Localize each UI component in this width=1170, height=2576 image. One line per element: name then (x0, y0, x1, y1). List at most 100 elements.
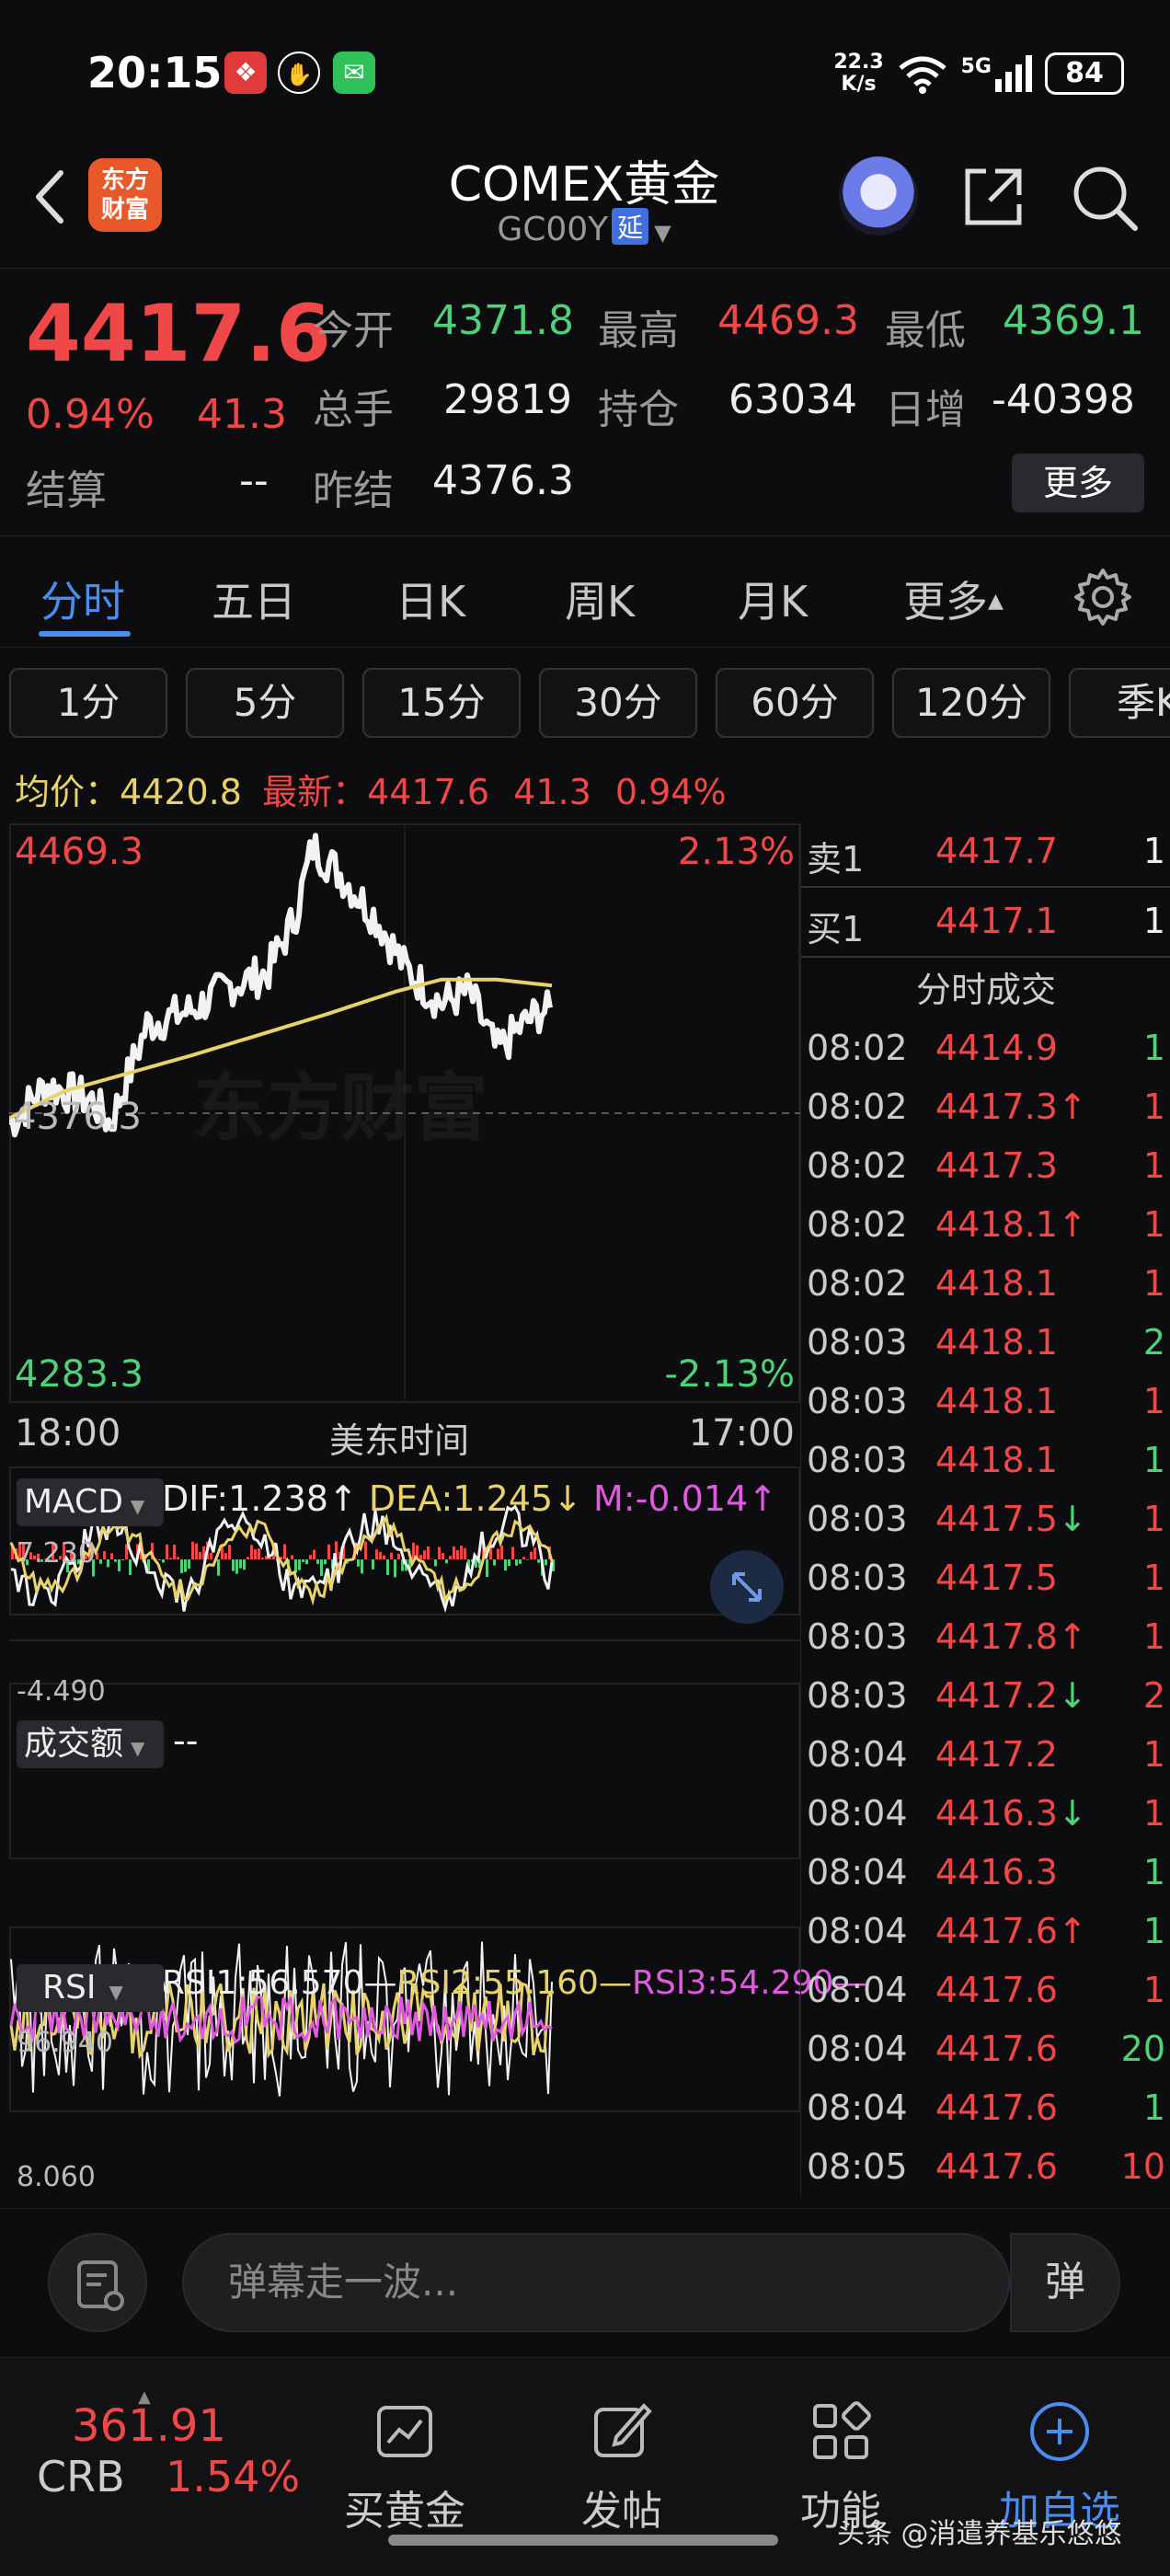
chart-board-icon (377, 2406, 432, 2457)
high-value: 4469.3 (717, 297, 859, 344)
macd-bar (309, 1555, 312, 1559)
prev-settle-label: 昨结 (313, 467, 394, 514)
macd-bar (427, 1546, 430, 1559)
trade-time: 08:03 (807, 1616, 908, 1657)
macd-bar (357, 1559, 360, 1567)
danmaku-input[interactable]: 弹幕走一波... (182, 2233, 1010, 2332)
trade-quantity: 1 (1142, 1793, 1165, 1834)
open-label: 今开 (313, 307, 394, 354)
period-5min-button[interactable]: 5分 (186, 668, 344, 738)
macd-bar (228, 1545, 231, 1559)
period-15min-button[interactable]: 15分 (362, 668, 521, 738)
rsi-indicator-select[interactable]: RSI ▼ (17, 1964, 164, 2012)
trade-time: 08:04 (807, 1793, 908, 1834)
tab-monthly-k[interactable]: 月K (738, 569, 808, 629)
macd-bar (224, 1553, 227, 1559)
trade-panel[interactable]: 卖1 4417.7 1 买1 4417.1 1 分时成交 08:02 4414.9… (800, 823, 1170, 2199)
period-120min-button[interactable]: 120分 (892, 668, 1050, 738)
search-icon[interactable] (1067, 160, 1141, 234)
rsi-values: RSI1:56.570—RSI2:55.160—RSI3:54.290— (162, 1964, 867, 2002)
macd-bar (390, 1552, 393, 1559)
latest-percent: 0.94% (614, 772, 727, 812)
assistant-robot-icon[interactable] (839, 156, 918, 236)
more-fields-button[interactable]: 更多 (1012, 454, 1144, 512)
trade-row: 08:04 4417.2 1 (801, 1727, 1170, 1786)
tab-weekly-k[interactable]: 周K (565, 569, 635, 629)
macd-bar (504, 1559, 507, 1571)
trade-row: 08:04 4417.6 20 (801, 2021, 1170, 2080)
trade-price: 4418.1 (935, 1263, 1058, 1304)
gear-icon[interactable] (1072, 567, 1133, 627)
period-1min-button[interactable]: 1分 (9, 668, 167, 738)
tab-daily-k[interactable]: 日K (396, 569, 465, 629)
trade-price: 4417.6 (935, 2087, 1058, 2128)
macd-axis-top: 7.230 (17, 1537, 96, 1570)
danmaku-toggle-button[interactable]: 弹 (1010, 2233, 1120, 2332)
trade-quantity: 1 (1142, 1440, 1165, 1480)
trade-time: 08:03 (807, 1440, 908, 1480)
trade-row: 08:02 4417.3 1 (801, 1138, 1170, 1197)
status-bar: 20:15 ❖ ✋ ✉ 22.3 K/s 5G 84 (0, 0, 1170, 138)
chevron-down-icon: ▼ (654, 220, 671, 246)
trade-row: 08:03 4417.8↑ 1 (801, 1609, 1170, 1668)
macd-bar (364, 1541, 367, 1559)
macd-bar (456, 1549, 459, 1559)
macd-bar (243, 1559, 246, 1570)
macd-bar (291, 1555, 293, 1559)
trade-price: 4418.1 (935, 1381, 1058, 1421)
tab-more[interactable]: 更多▲ (903, 569, 1004, 629)
home-indicator[interactable] (388, 2535, 778, 2546)
macd-bar (107, 1559, 109, 1568)
trade-row: 08:03 4418.1 1 (801, 1374, 1170, 1432)
macd-bar (217, 1559, 220, 1576)
avg-price-label: 均价： (15, 772, 120, 812)
back-button[interactable] (22, 160, 77, 234)
macd-bar (254, 1548, 257, 1559)
macd-values: DIF:1.238↑ DEA:1.245↓ M:-0.014↑ (162, 1478, 777, 1519)
tab-intraday[interactable]: 分时 (40, 569, 125, 629)
percent-axis-top: 2.13% (677, 831, 795, 873)
barrage-settings-icon[interactable] (48, 2233, 147, 2332)
settle-label: 结算 (26, 467, 107, 514)
rsi-axis-bottom: 8.060 (17, 2161, 96, 2193)
arrow-down-icon: ↓ (1057, 1793, 1087, 1834)
tab-five-day[interactable]: 五日 (212, 569, 296, 629)
high-label: 最高 (598, 307, 679, 354)
trade-price: 4417.3↑ (935, 1087, 1087, 1127)
expand-chart-button[interactable] (710, 1550, 784, 1624)
macd-bar (210, 1553, 212, 1559)
trade-price: 4414.9 (935, 1028, 1058, 1068)
macd-bar (162, 1559, 165, 1563)
macd-bar (500, 1545, 503, 1559)
app-logo[interactable]: 东方 财富 (88, 158, 162, 232)
nav-buy-gold[interactable]: 买黄金 (313, 2395, 497, 2536)
trade-price: 4417.2↓ (935, 1675, 1087, 1716)
period-quarter-button[interactable]: 季K (1069, 668, 1170, 738)
edit-icon (594, 2403, 652, 2457)
trade-quantity: 1 (1142, 1028, 1165, 1068)
macd-indicator-select[interactable]: MACD ▼ (17, 1478, 164, 1526)
macd-bar (283, 1544, 286, 1559)
trade-time: 08:02 (807, 1263, 908, 1304)
macd-bar (261, 1558, 264, 1559)
share-icon[interactable] (958, 162, 1028, 232)
chart-area[interactable]: 东方财富 4469.3 2.13% 4376.3 4283.3 -2.13% 1… (9, 823, 866, 2199)
trade-quantity: 1 (1142, 1734, 1165, 1775)
nav-post[interactable]: 发帖 (530, 2395, 714, 2536)
trade-time: 08:04 (807, 1911, 908, 1951)
last-price: 4417.6 (26, 288, 331, 380)
period-30min-button[interactable]: 30分 (539, 668, 697, 738)
trade-time: 08:02 (807, 1145, 908, 1186)
trade-time: 08:04 (807, 1852, 908, 1892)
macd-bar (526, 1559, 529, 1560)
arrow-up-icon: ↑ (1057, 1616, 1087, 1657)
period-60min-button[interactable]: 60分 (716, 668, 874, 738)
trade-row: 08:05 4417.6 10 (801, 2139, 1170, 2198)
trade-price: 4417.8↑ (935, 1616, 1087, 1657)
instrument-code[interactable]: GC00Y 延 ▼ (442, 208, 727, 248)
macd-bar (386, 1559, 389, 1575)
open-interest-value: 63034 (728, 376, 857, 423)
volume-indicator-select[interactable]: 成交额 ▼ (17, 1720, 164, 1768)
arrow-up-icon: ↑ (1057, 1204, 1087, 1245)
trade-price: 4416.3↓ (935, 1793, 1087, 1834)
